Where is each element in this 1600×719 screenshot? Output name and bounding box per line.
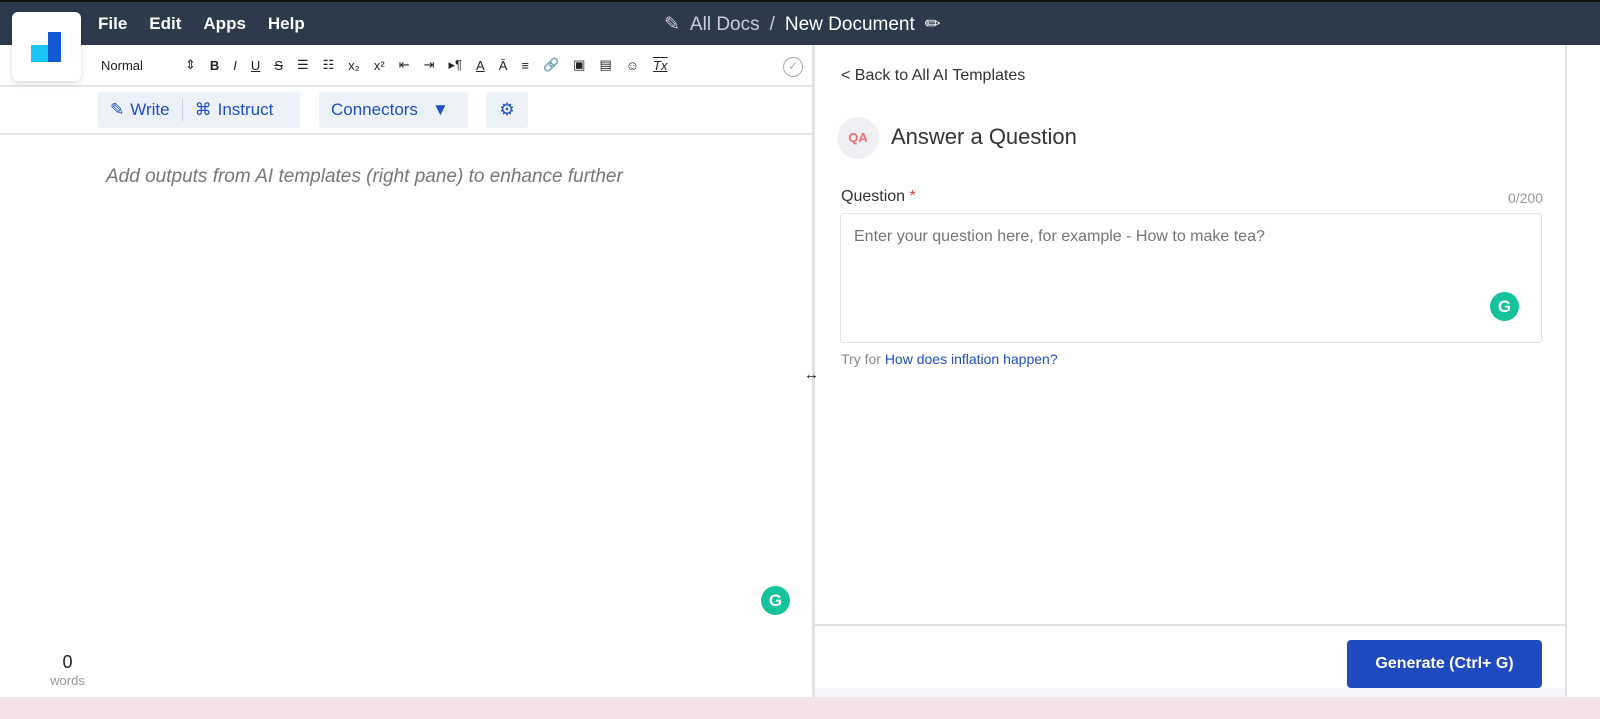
menu-apps[interactable]: Apps <box>203 14 246 34</box>
command-icon: ⌘ <box>194 100 212 119</box>
app-logo[interactable] <box>12 12 81 81</box>
write-instruct-group: ✎ Write ⌘ Instruct <box>98 92 300 128</box>
style-select[interactable]: Normal <box>101 58 171 73</box>
grammarly-icon[interactable]: G <box>1490 292 1519 321</box>
pane-footer: Generate (Ctrl+ G) <box>815 624 1565 697</box>
strike-button[interactable]: S <box>274 58 283 73</box>
back-link[interactable]: < Back to All AI Templates <box>841 67 1025 85</box>
superscript-button[interactable]: x² <box>374 58 385 73</box>
background-color-button[interactable]: Ā <box>499 58 508 73</box>
link-button[interactable]: 🔗 <box>543 57 559 73</box>
ordered-list-button[interactable]: ☰ <box>297 57 309 73</box>
connectors-button[interactable]: Connectors ▼ <box>319 92 468 128</box>
document-title[interactable]: New Document <box>785 14 915 36</box>
required-marker: * <box>909 188 916 205</box>
top-bar: File Edit Apps Help ✎ All Docs / New Doc… <box>0 0 1600 45</box>
image-button[interactable]: ▣ <box>573 57 585 73</box>
scrollbar[interactable] <box>1565 45 1567 697</box>
menu-edit[interactable]: Edit <box>149 14 181 34</box>
try-suggestion: Try for How does inflation happen? <box>841 351 1058 367</box>
breadcrumb-separator: / <box>769 13 775 35</box>
text-direction-button[interactable]: ▸¶ <box>449 57 463 73</box>
emoji-button[interactable]: ☺ <box>626 58 639 73</box>
caret-down-icon: ▼ <box>431 100 449 119</box>
underline-button[interactable]: U <box>251 58 260 73</box>
generate-button[interactable]: Generate (Ctrl+ G) <box>1347 640 1542 688</box>
style-select-arrow-icon[interactable]: ⇕ <box>185 57 196 73</box>
question-label-text: Question <box>841 188 906 205</box>
gear-icon: ⚙ <box>499 100 515 119</box>
ai-template-pane: < Back to All AI Templates QA Answer a Q… <box>815 45 1565 697</box>
word-count-value: 0 <box>62 652 73 672</box>
word-count: 0 words <box>40 652 95 688</box>
example-question-link[interactable]: How does inflation happen? <box>885 351 1058 367</box>
menu-bar: File Edit Apps Help <box>98 14 305 34</box>
pencil-icon[interactable]: ✏ <box>925 13 941 36</box>
menu-help[interactable]: Help <box>268 14 305 34</box>
indent-button[interactable]: ⇥ <box>424 57 435 73</box>
clear-format-button[interactable]: Tx <box>653 58 667 73</box>
grammarly-icon[interactable]: G <box>761 586 790 615</box>
instruct-button[interactable]: Instruct <box>218 100 274 120</box>
desktop-background <box>0 697 1600 719</box>
editor-placeholder[interactable]: Add outputs from AI templates (right pan… <box>106 166 623 188</box>
question-input[interactable] <box>840 213 1542 343</box>
italic-button[interactable]: I <box>233 58 237 73</box>
outdent-button[interactable]: ⇤ <box>399 57 410 73</box>
template-title: Answer a Question <box>891 124 1077 149</box>
video-button[interactable]: ▤ <box>599 57 611 73</box>
edit-doc-icon: ✎ <box>664 14 680 35</box>
pencil-icon: ✎ <box>110 100 125 119</box>
char-counter: 0/200 <box>1507 190 1543 206</box>
bold-button[interactable]: B <box>210 58 219 73</box>
bullet-list-button[interactable]: ☷ <box>323 57 335 73</box>
question-label: Question * <box>841 188 916 206</box>
try-prefix: Try for <box>841 351 881 367</box>
font-color-button[interactable]: A <box>476 58 485 73</box>
align-button[interactable]: ≡ <box>521 58 529 73</box>
word-count-label: words <box>50 673 85 688</box>
subscript-button[interactable]: x₂ <box>348 58 360 73</box>
ai-bar: ✎ Write ⌘ Instruct Connectors ▼ ⚙ <box>0 87 812 135</box>
all-docs-link[interactable]: All Docs <box>690 14 760 36</box>
connectors-label: Connectors <box>331 100 418 119</box>
menu-file[interactable]: File <box>98 14 127 34</box>
settings-button[interactable]: ⚙ <box>486 92 528 128</box>
check-icon[interactable]: ✓ <box>783 57 803 77</box>
breadcrumb: ✎ All Docs / New Document ✏ <box>664 13 941 36</box>
question-answer-icon: QA <box>837 117 879 159</box>
write-button[interactable]: Write <box>130 100 169 120</box>
format-toolbar: Normal ⇕ B I U S ☰ ☷ x₂ x² ⇤ ⇥ ▸¶ A Ā ≡ … <box>0 45 812 87</box>
divider <box>181 99 183 121</box>
